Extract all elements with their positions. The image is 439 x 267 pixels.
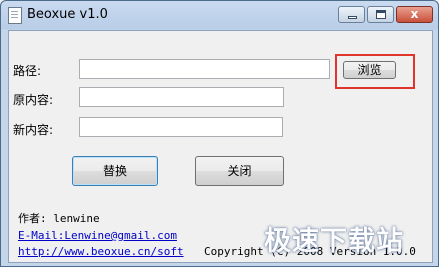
new-content-input[interactable]: [79, 117, 283, 137]
highlight-box: [335, 54, 415, 89]
path-input[interactable]: [79, 59, 330, 79]
document-icon: [8, 7, 22, 24]
path-label: 路径:: [13, 64, 42, 78]
original-content-label: 原内容:: [13, 93, 54, 107]
dialog-body: 路径: 浏览 原内容: 新内容: 替换 关闭 作者: lenwine E-Mai…: [8, 30, 433, 263]
close-icon: x: [410, 7, 419, 21]
window-title: Beoxue v1.0: [27, 7, 108, 22]
original-content-input[interactable]: [79, 87, 284, 107]
maximize-icon: [376, 10, 386, 19]
minimize-icon: [348, 16, 357, 19]
maximize-button[interactable]: [367, 6, 394, 23]
close-button[interactable]: 关闭: [195, 156, 284, 186]
title-bar[interactable]: Beoxue v1.0 x: [1, 1, 438, 29]
new-content-label: 新内容:: [13, 123, 54, 137]
author-text: 作者: lenwine: [18, 212, 100, 225]
watermark-logo: 极速下载站: [264, 226, 404, 257]
email-link[interactable]: E-Mail:Lenwine@gmail.com: [18, 229, 177, 242]
replace-button[interactable]: 替换: [72, 156, 158, 186]
close-window-button[interactable]: x: [396, 6, 433, 23]
website-link[interactable]: http://www.beoxue.cn/soft: [18, 245, 184, 258]
app-window: Beoxue v1.0 x 路径: 浏览 原内容: 新内容: 替换 关闭 作者:…: [0, 0, 439, 267]
minimize-button[interactable]: [338, 6, 365, 23]
